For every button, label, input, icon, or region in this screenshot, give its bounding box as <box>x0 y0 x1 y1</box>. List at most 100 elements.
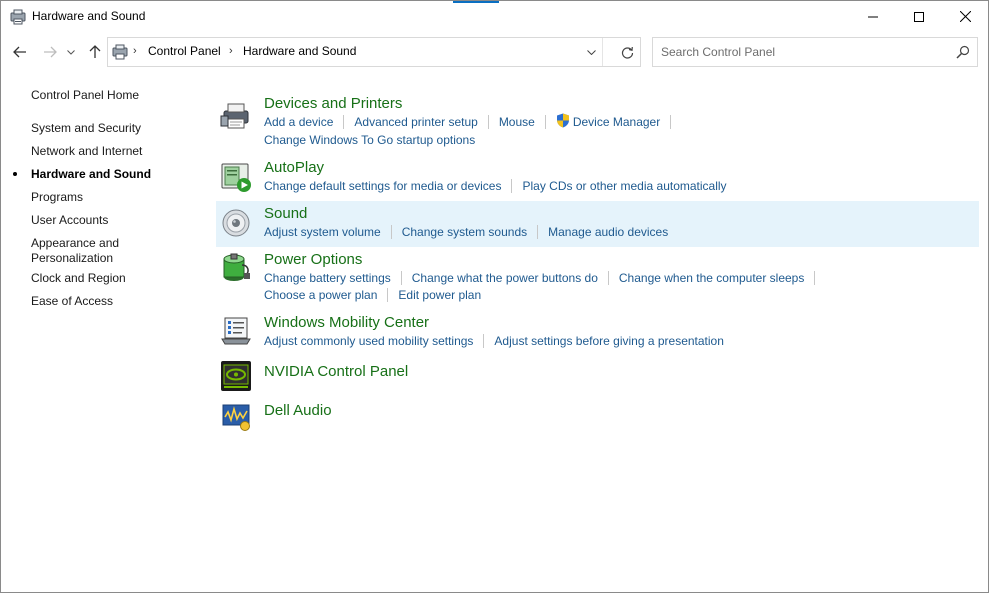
sidebar-item-label: Appearance and <box>31 236 120 250</box>
manage-audio-devices-link[interactable]: Manage audio devices <box>548 225 668 239</box>
control-panel-window: Hardware and Sound › Control Panel › Har… <box>0 0 989 593</box>
sidebar-item-network-and-internet[interactable]: Network and Internet <box>31 144 142 159</box>
category-devices-and-printers: Devices and Printers Add a device Advance… <box>216 93 979 153</box>
category-dell-audio: Dell Audio <box>216 398 979 434</box>
power-options-links-row2: Choose a power plan Edit power plan <box>264 287 481 303</box>
breadcrumb-hardware-and-sound[interactable]: Hardware and Sound <box>243 44 356 58</box>
search-box[interactable]: Search Control Panel <box>652 37 978 67</box>
refresh-button[interactable] <box>613 38 641 66</box>
back-button[interactable] <box>10 42 30 62</box>
link-separator <box>390 224 392 239</box>
back-arrow-icon <box>13 46 26 58</box>
power-options-link[interactable]: Power Options <box>264 251 362 268</box>
change-windows-to-go-startup-options-link[interactable]: Change Windows To Go startup options <box>264 133 475 147</box>
link-separator <box>537 224 539 239</box>
link-separator <box>607 270 609 285</box>
category-power-options: Power Options Change battery settings Cha… <box>216 249 979 307</box>
mobility-center-links: Adjust commonly used mobility settings Ad… <box>264 333 724 349</box>
dell-audio-link[interactable]: Dell Audio <box>264 402 332 419</box>
devices-and-printers-link[interactable]: Devices and Printers <box>264 95 402 112</box>
link-separator <box>511 178 513 193</box>
devices-and-printers-links-row2: Change Windows To Go startup options <box>264 133 475 147</box>
recent-locations-button[interactable] <box>64 42 78 62</box>
device-manager-link[interactable]: Device Manager <box>573 115 660 129</box>
change-system-sounds-link[interactable]: Change system sounds <box>402 225 527 239</box>
address-bar[interactable]: › Control Panel › Hardware and Sound <box>107 37 641 67</box>
nvidia-control-panel-link[interactable]: NVIDIA Control Panel <box>264 363 408 380</box>
category-sound: Sound Adjust system volume Change system … <box>216 201 979 247</box>
navigation-bar: › Control Panel › Hardware and Sound Sea… <box>1 32 988 72</box>
sidebar-item-system-and-security[interactable]: System and Security <box>31 121 141 136</box>
windows-mobility-center-link[interactable]: Windows Mobility Center <box>264 314 429 331</box>
breadcrumb-chevron-icon[interactable]: › <box>133 45 137 57</box>
nvidia-icon <box>220 360 252 392</box>
advanced-printer-setup-link[interactable]: Advanced printer setup <box>354 115 477 129</box>
minimize-icon <box>868 16 878 17</box>
uac-shield-icon <box>556 113 569 128</box>
devices-and-printers-links: Add a device Advanced printer setup Mouse D… <box>264 113 681 130</box>
sidebar-item-hardware-and-sound[interactable]: Hardware and Sound <box>31 167 151 182</box>
category-autoplay: AutoPlay Change default settings for med… <box>216 157 979 197</box>
dell-audio-icon <box>220 400 252 432</box>
speaker-icon <box>220 207 252 239</box>
change-power-buttons-link[interactable]: Change what the power buttons do <box>412 271 598 285</box>
sidebar-item-appearance-and-personalization[interactable]: Appearance and Personalization <box>31 236 119 266</box>
autoplay-icon <box>220 161 252 193</box>
close-button[interactable] <box>942 1 988 32</box>
search-placeholder[interactable]: Search Control Panel <box>661 45 775 59</box>
address-dropdown-button[interactable] <box>580 38 603 66</box>
adjust-presentation-settings-link[interactable]: Adjust settings before giving a presenta… <box>494 334 723 348</box>
control-panel-icon <box>10 9 26 25</box>
forward-button[interactable] <box>40 42 60 62</box>
edit-power-plan-link[interactable]: Edit power plan <box>398 288 481 302</box>
sidebar-item-user-accounts[interactable]: User Accounts <box>31 213 108 228</box>
window-title: Hardware and Sound <box>32 9 146 23</box>
add-a-device-link[interactable]: Add a device <box>264 115 333 129</box>
mouse-link[interactable]: Mouse <box>499 115 535 129</box>
maximize-icon <box>914 11 924 22</box>
title-bar[interactable]: Hardware and Sound <box>1 1 988 32</box>
adjust-system-volume-link[interactable]: Adjust system volume <box>264 225 381 239</box>
forward-arrow-icon <box>44 46 57 58</box>
minimize-button[interactable] <box>850 1 896 32</box>
link-separator <box>814 270 816 285</box>
up-arrow-icon <box>89 45 101 58</box>
link-separator <box>670 114 672 129</box>
search-icon[interactable] <box>955 44 971 60</box>
breadcrumb-chevron-icon[interactable]: › <box>229 45 233 57</box>
link-separator <box>400 270 402 285</box>
chevron-down-icon <box>67 49 75 55</box>
autoplay-link[interactable]: AutoPlay <box>264 159 324 176</box>
printer-icon <box>220 99 252 131</box>
change-when-computer-sleeps-link[interactable]: Change when the computer sleeps <box>619 271 804 285</box>
refresh-icon <box>621 46 633 59</box>
play-cds-link[interactable]: Play CDs or other media automatically <box>522 179 726 193</box>
sidebar-item-programs[interactable]: Programs <box>31 190 83 205</box>
breadcrumb-control-panel[interactable]: Control Panel <box>148 44 221 58</box>
link-separator <box>483 333 485 348</box>
up-button[interactable] <box>85 42 105 62</box>
close-icon <box>959 11 971 22</box>
link-separator <box>487 114 489 129</box>
autoplay-links: Change default settings for media or dev… <box>264 178 727 194</box>
maximize-button[interactable] <box>896 1 942 32</box>
active-bullet <box>13 172 17 176</box>
sound-links: Adjust system volume Change system sounds… <box>264 224 668 240</box>
chevron-down-icon <box>586 49 596 55</box>
sidebar-item-clock-and-region[interactable]: Clock and Region <box>31 271 126 286</box>
link-separator <box>544 114 546 129</box>
accent-strip <box>453 1 499 3</box>
choose-a-power-plan-link[interactable]: Choose a power plan <box>264 288 377 302</box>
adjust-mobility-settings-link[interactable]: Adjust commonly used mobility settings <box>264 334 473 348</box>
sidebar-item-ease-of-access[interactable]: Ease of Access <box>31 294 113 309</box>
link-separator <box>343 114 345 129</box>
mobility-center-icon <box>220 315 252 347</box>
link-separator <box>387 287 389 302</box>
change-default-settings-link[interactable]: Change default settings for media or dev… <box>264 179 501 193</box>
control-panel-icon <box>112 44 128 60</box>
battery-icon <box>220 251 252 283</box>
change-battery-settings-link[interactable]: Change battery settings <box>264 271 391 285</box>
category-windows-mobility-center: Windows Mobility Center Adjust commonly … <box>216 312 979 352</box>
sidebar-item-control-panel-home[interactable]: Control Panel Home <box>31 88 139 103</box>
sound-link[interactable]: Sound <box>264 205 307 222</box>
